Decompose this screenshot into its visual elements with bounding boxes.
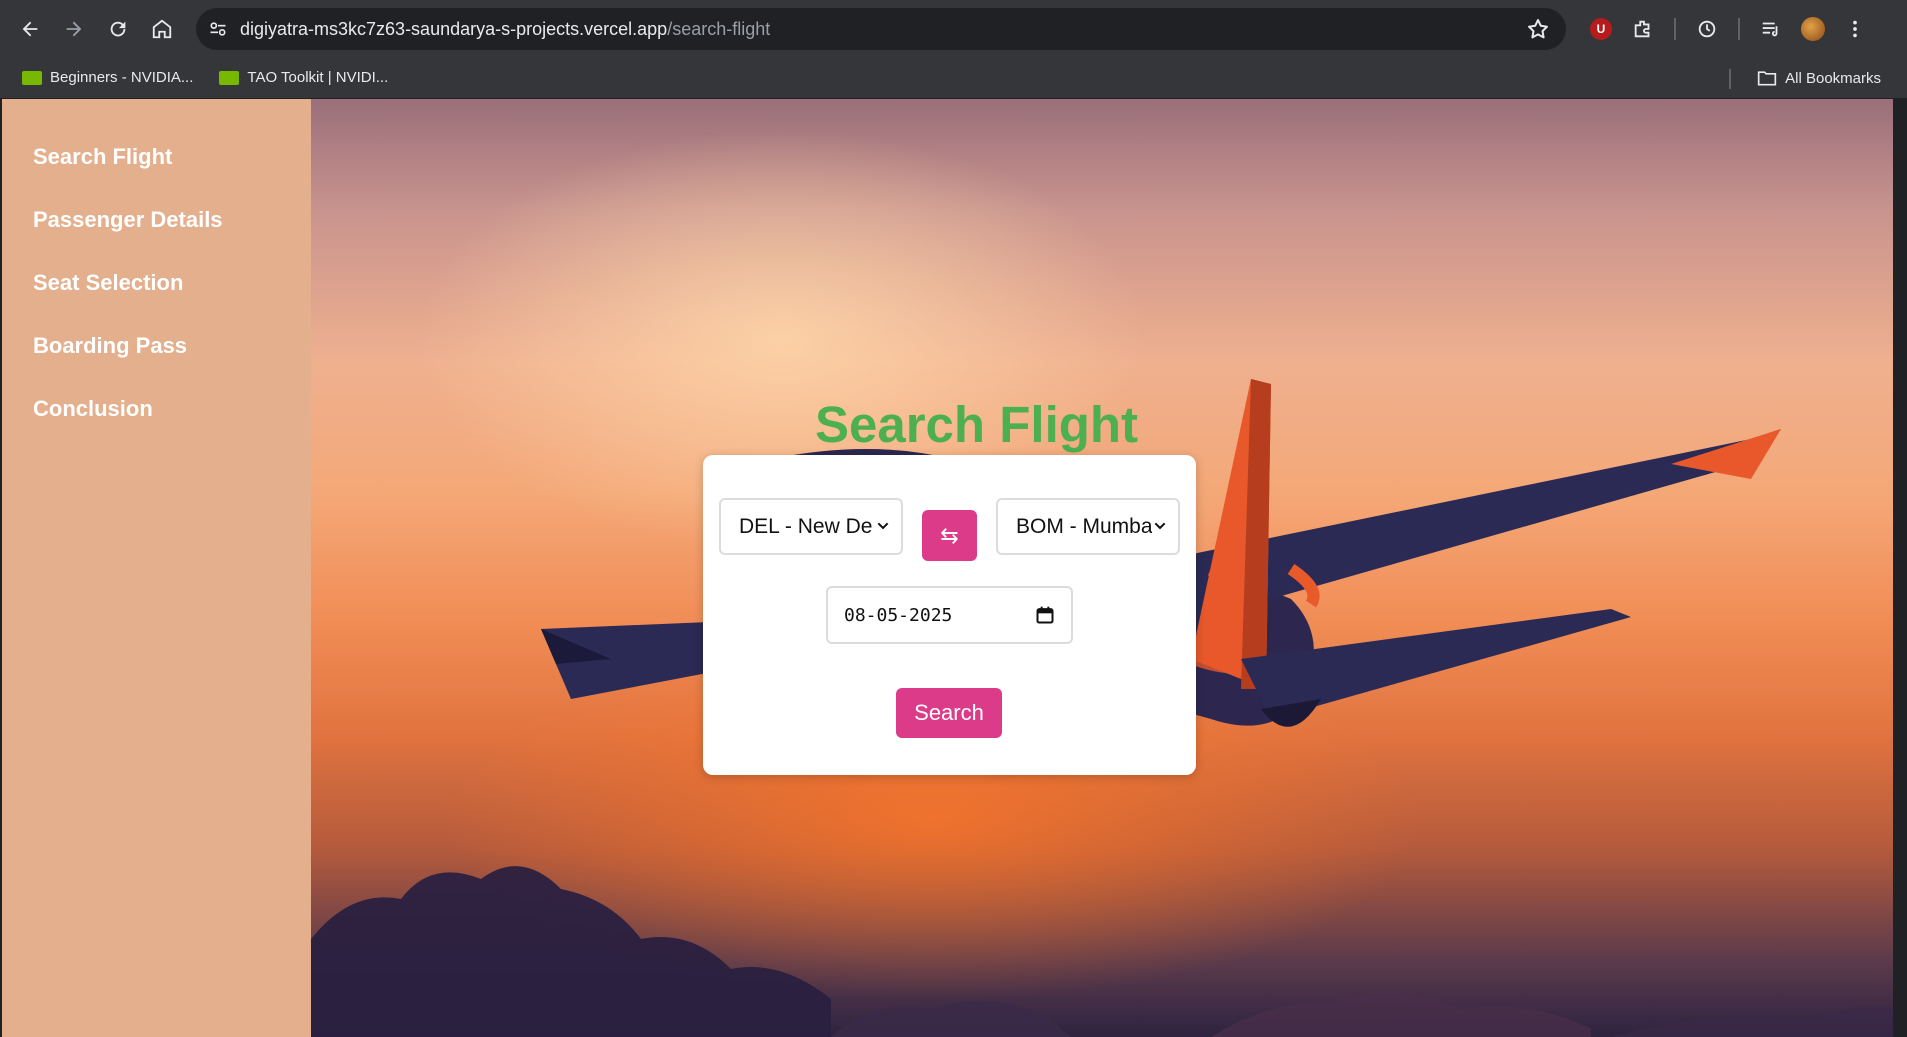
travel-date-value: 08-05-2025 bbox=[844, 604, 953, 626]
all-bookmarks-button[interactable]: All Bookmarks bbox=[1757, 63, 1881, 93]
sidebar-item-boarding-pass[interactable]: Boarding Pass bbox=[2, 328, 311, 391]
url-text[interactable]: digiyatra-ms3kc7z63-saundarya-s-projects… bbox=[240, 19, 770, 40]
to-airport-select[interactable]: BOM - Mumba bbox=[996, 498, 1180, 555]
window-edge bbox=[1893, 99, 1907, 1037]
bookmark-star-icon[interactable] bbox=[1526, 17, 1550, 41]
sidebar-item-search-flight[interactable]: Search Flight bbox=[2, 139, 311, 202]
chevron-down-icon bbox=[1152, 518, 1168, 534]
from-airport-value: DEL - New De bbox=[739, 514, 873, 538]
bookmark-label: TAO Toolkit | NVIDI... bbox=[247, 69, 389, 86]
bookmarks-bar: Beginners - NVIDIA... TAO Toolkit | NVID… bbox=[0, 57, 1907, 99]
travel-date-input[interactable]: 08-05-2025 bbox=[826, 586, 1073, 644]
home-button[interactable] bbox=[140, 7, 184, 51]
to-airport-value: BOM - Mumba bbox=[1016, 514, 1153, 538]
hero-background: Search Flight DEL - New De ⇆ BOM - Mumba… bbox=[311, 99, 1893, 1037]
swap-icon: ⇆ bbox=[940, 522, 959, 548]
toolbar-separator bbox=[1674, 18, 1676, 40]
back-button[interactable] bbox=[8, 7, 52, 51]
sidebar-item-passenger-details[interactable]: Passenger Details bbox=[2, 202, 311, 265]
menu-button[interactable] bbox=[1834, 8, 1876, 50]
browser-toolbar: digiyatra-ms3kc7z63-saundarya-s-projects… bbox=[0, 0, 1907, 57]
arrow-right-icon bbox=[66, 21, 82, 36]
toolbar-separator bbox=[1738, 18, 1740, 40]
reload-button[interactable] bbox=[96, 7, 140, 51]
reload-icon bbox=[110, 21, 126, 36]
extensions-area: U bbox=[1580, 8, 1876, 50]
forward-button[interactable] bbox=[52, 7, 96, 51]
chevron-down-icon bbox=[875, 518, 891, 534]
calendar-icon[interactable] bbox=[1035, 605, 1055, 625]
search-button[interactable]: Search bbox=[896, 688, 1002, 738]
page-title: Search Flight bbox=[814, 396, 1139, 453]
playlist-icon bbox=[1762, 22, 1778, 37]
from-airport-select[interactable]: DEL - New De bbox=[719, 498, 903, 555]
more-vert-icon bbox=[1853, 20, 1857, 38]
site-info-button[interactable] bbox=[196, 8, 240, 50]
address-bar[interactable]: digiyatra-ms3kc7z63-saundarya-s-projects… bbox=[196, 8, 1566, 50]
sidebar: Search Flight Passenger Details Seat Sel… bbox=[2, 99, 311, 1037]
avatar bbox=[1801, 17, 1825, 41]
ublock-icon: U bbox=[1590, 18, 1612, 40]
arrow-left-icon bbox=[22, 21, 38, 36]
reading-list-button[interactable] bbox=[1750, 8, 1792, 50]
history-button[interactable] bbox=[1686, 8, 1728, 50]
tune-icon bbox=[210, 22, 226, 36]
all-bookmarks-label: All Bookmarks bbox=[1785, 69, 1881, 87]
profile-button[interactable] bbox=[1792, 8, 1834, 50]
page-viewport: Search Flight Passenger Details Seat Sel… bbox=[2, 99, 1893, 1037]
url-host: digiyatra-ms3kc7z63-saundarya-s-projects… bbox=[240, 18, 668, 39]
home-icon bbox=[152, 19, 172, 38]
ublock-extension[interactable]: U bbox=[1580, 8, 1622, 50]
bookmark-item[interactable]: TAO Toolkit | NVIDI... bbox=[213, 63, 394, 93]
nvidia-icon bbox=[22, 70, 42, 85]
nvidia-icon bbox=[219, 70, 240, 85]
bookmark-label: Beginners - NVIDIA... bbox=[50, 69, 194, 86]
sidebar-item-seat-selection[interactable]: Seat Selection bbox=[2, 265, 311, 328]
bookmark-item[interactable]: Beginners - NVIDIA... bbox=[16, 63, 199, 93]
search-form-card: DEL - New De ⇆ BOM - Mumba 08-05-2025 Se… bbox=[703, 455, 1196, 775]
extensions-button[interactable] bbox=[1622, 8, 1664, 50]
history-icon bbox=[1698, 20, 1716, 38]
extension-badge: U bbox=[1596, 22, 1606, 36]
folder-icon bbox=[1757, 71, 1777, 86]
bookmarks-separator bbox=[1729, 69, 1731, 89]
sidebar-item-conclusion[interactable]: Conclusion bbox=[2, 391, 311, 454]
url-path: /search-flight bbox=[667, 18, 771, 39]
swap-airports-button[interactable]: ⇆ bbox=[922, 510, 977, 561]
puzzle-icon bbox=[1634, 20, 1650, 38]
